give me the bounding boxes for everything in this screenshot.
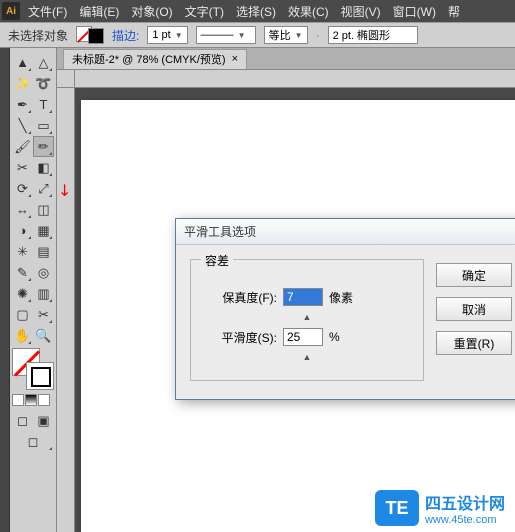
color-mode-none[interactable]	[38, 394, 50, 406]
reset-button[interactable]: 重置(R)	[436, 331, 512, 355]
line-tool[interactable]: ╲	[12, 115, 33, 136]
left-panel-strip[interactable]	[0, 48, 10, 532]
menu-text[interactable]: 文字(T)	[185, 3, 224, 20]
change-screen-mode[interactable]: ◻	[12, 431, 54, 452]
ruler-corner	[57, 70, 75, 88]
menu-select[interactable]: 选择(S)	[236, 3, 276, 20]
smooth-tool-options-dialog: 平滑工具选项 容差 保真度(F): 像素 ▲ 平滑度(S):	[175, 218, 515, 400]
stroke-style-value: ———	[201, 29, 234, 41]
options-bar: 未选择对象 描边: 1 pt▼ ———▼ 等比▼ · 2 pt. 椭圆形	[0, 22, 515, 48]
zoom-tool[interactable]: 🔍	[33, 325, 54, 346]
smoothness-input[interactable]	[283, 328, 323, 346]
paintbrush-tool[interactable]: 🖌	[12, 136, 33, 157]
selection-tool[interactable]: ▲	[12, 52, 33, 73]
fill-stroke-swatch[interactable]	[76, 26, 104, 44]
symbol-sprayer-tool[interactable]: ✺	[12, 283, 33, 304]
rectangle-tool[interactable]: ▭	[33, 115, 54, 136]
app-header: Ai 文件(F) 编辑(E) 对象(O) 文字(T) 选择(S) 效果(C) 视…	[0, 0, 515, 22]
document-tab-title: 未标题-2* @ 78% (CMYK/预览)	[72, 51, 226, 67]
menu-effect[interactable]: 效果(C)	[288, 3, 329, 20]
watermark-badge: TE	[375, 490, 419, 526]
menu-help[interactable]: 帮	[448, 3, 460, 20]
chevron-down-icon: ▼	[295, 31, 303, 40]
tolerance-fieldset: 容差 保真度(F): 像素 ▲ 平滑度(S): % ▲	[190, 259, 424, 381]
color-mode-solid[interactable]	[12, 394, 24, 406]
magic-wand-tool[interactable]: ✨	[12, 73, 33, 94]
watermark-url: www.45te.com	[425, 514, 505, 526]
fidelity-slider[interactable]: ▲	[205, 312, 409, 318]
stroke-scale-value: 等比	[269, 27, 291, 43]
document-area: 未标题-2* @ 78% (CMYK/预览) × ↘ 平滑工具选项 容差 保真度…	[57, 48, 515, 532]
document-tab-bar: 未标题-2* @ 78% (CMYK/预览) ×	[57, 48, 515, 70]
fidelity-label: 保真度(F):	[205, 289, 277, 306]
ok-button[interactable]: 确定	[436, 263, 512, 287]
selection-status: 未选择对象	[8, 27, 68, 44]
graph-tool[interactable]: ▥	[33, 283, 54, 304]
lasso-tool[interactable]: ➰	[33, 73, 54, 94]
menu-window[interactable]: 窗口(W)	[393, 3, 436, 20]
ruler-horizontal[interactable]	[75, 70, 515, 88]
pen-tool[interactable]: ✒	[12, 94, 33, 115]
stroke-preset-dropdown[interactable]: 2 pt. 椭圆形	[328, 26, 418, 44]
menu-file[interactable]: 文件(F)	[28, 3, 67, 20]
blend-tool[interactable]: ◎	[33, 262, 54, 283]
menu-view[interactable]: 视图(V)	[341, 3, 381, 20]
eraser-tool[interactable]: ◧	[33, 157, 54, 178]
menu-edit[interactable]: 编辑(E)	[79, 3, 119, 20]
smoothness-unit: %	[329, 330, 340, 344]
ruler-vertical[interactable]	[57, 88, 75, 532]
color-mode-row	[12, 394, 54, 406]
fieldset-legend: 容差	[201, 252, 233, 269]
free-transform-tool[interactable]: ◫	[33, 199, 54, 220]
cancel-button[interactable]: 取消	[436, 297, 512, 321]
chevron-down-icon: ▼	[238, 31, 246, 40]
mesh-tool[interactable]: ✳	[12, 241, 33, 262]
fidelity-input[interactable]	[283, 288, 323, 306]
width-tool[interactable]: ↔	[12, 199, 33, 220]
color-mode-gradient[interactable]	[25, 394, 37, 406]
direct-selection-tool[interactable]: △	[33, 52, 54, 73]
hand-tool[interactable]: ✋	[12, 325, 33, 346]
slice-tool[interactable]: ✂	[33, 304, 54, 325]
stroke-style-dropdown[interactable]: ——— ▼	[196, 26, 256, 44]
watermark-title: 四五设计网	[425, 490, 505, 514]
smoothness-slider[interactable]: ▲	[205, 352, 409, 358]
menu-object[interactable]: 对象(O)	[131, 3, 172, 20]
toolbox: ▲△ ✨➰ ✒T ╲▭ 🖌✏ ✂◧ ⟳⤢ ↔◫ ◑▦ ✳▤ ✎◎ ✺▥ ▢✂ ✋…	[10, 48, 57, 532]
dialog-titlebar[interactable]: 平滑工具选项	[176, 219, 515, 245]
chevron-down-icon: ▼	[175, 31, 183, 40]
stroke-weight-value: 1 pt	[152, 29, 170, 41]
document-tab[interactable]: 未标题-2* @ 78% (CMYK/预览) ×	[63, 49, 247, 69]
gradient-tool[interactable]: ▤	[33, 241, 54, 262]
blob-brush-tool[interactable]: ✂	[12, 157, 33, 178]
stroke-preset-value: 2 pt. 椭圆形	[333, 27, 390, 43]
screen-mode-full[interactable]: ▣	[33, 410, 54, 431]
canvas-viewport[interactable]: ↘ 平滑工具选项 容差 保真度(F): 像素 ▲ 平滑度(S):	[57, 70, 515, 532]
perspective-tool[interactable]: ▦	[33, 220, 54, 241]
stroke-label: 描边:	[112, 27, 139, 44]
artboard-tool[interactable]: ▢	[12, 304, 33, 325]
rotate-tool[interactable]: ⟳	[12, 178, 33, 199]
stroke-scale-dropdown[interactable]: 等比 ▼	[264, 26, 308, 44]
watermark: TE 四五设计网 www.45te.com	[375, 490, 505, 526]
app-logo: Ai	[2, 2, 20, 20]
fidelity-unit: 像素	[329, 289, 353, 306]
stroke-weight-dropdown[interactable]: 1 pt ▼	[147, 26, 187, 44]
close-icon[interactable]: ×	[232, 53, 238, 65]
smoothness-label: 平滑度(S):	[205, 329, 277, 346]
pencil-tool[interactable]: ✏	[33, 136, 54, 157]
screen-mode-normal[interactable]: ◻	[12, 410, 33, 431]
fill-stroke-indicator[interactable]	[12, 348, 54, 390]
shape-builder-tool[interactable]: ◑	[12, 220, 33, 241]
type-tool[interactable]: T	[33, 94, 54, 115]
scale-tool[interactable]: ⤢	[33, 178, 54, 199]
menu-bar: 文件(F) 编辑(E) 对象(O) 文字(T) 选择(S) 效果(C) 视图(V…	[28, 3, 460, 20]
eyedropper-tool[interactable]: ✎	[12, 262, 33, 283]
